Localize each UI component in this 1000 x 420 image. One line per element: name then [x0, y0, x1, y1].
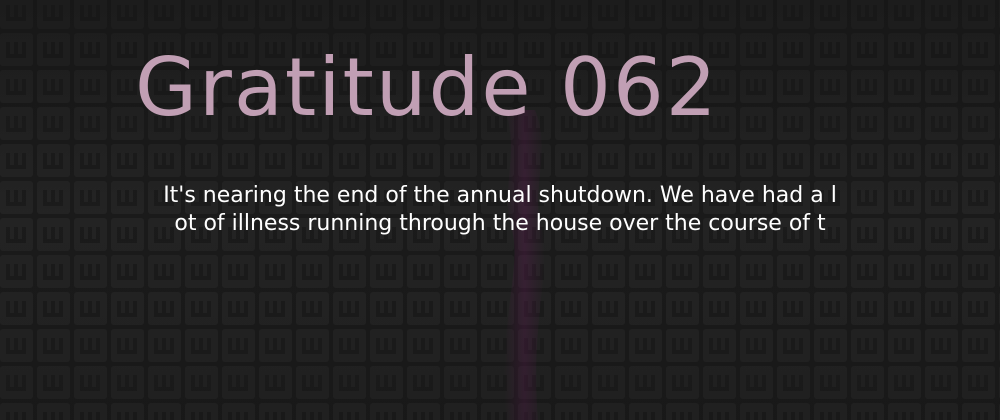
social-banner: Gratitude 062 It's nearing the end of th… [0, 0, 1000, 420]
post-excerpt: It's nearing the end of the annual shutd… [80, 182, 920, 238]
post-title: Gratitude 062 [135, 41, 719, 134]
excerpt-line-2: ot of illness running through the house … [174, 211, 826, 236]
excerpt-line-1: It's nearing the end of the annual shutd… [163, 183, 837, 208]
